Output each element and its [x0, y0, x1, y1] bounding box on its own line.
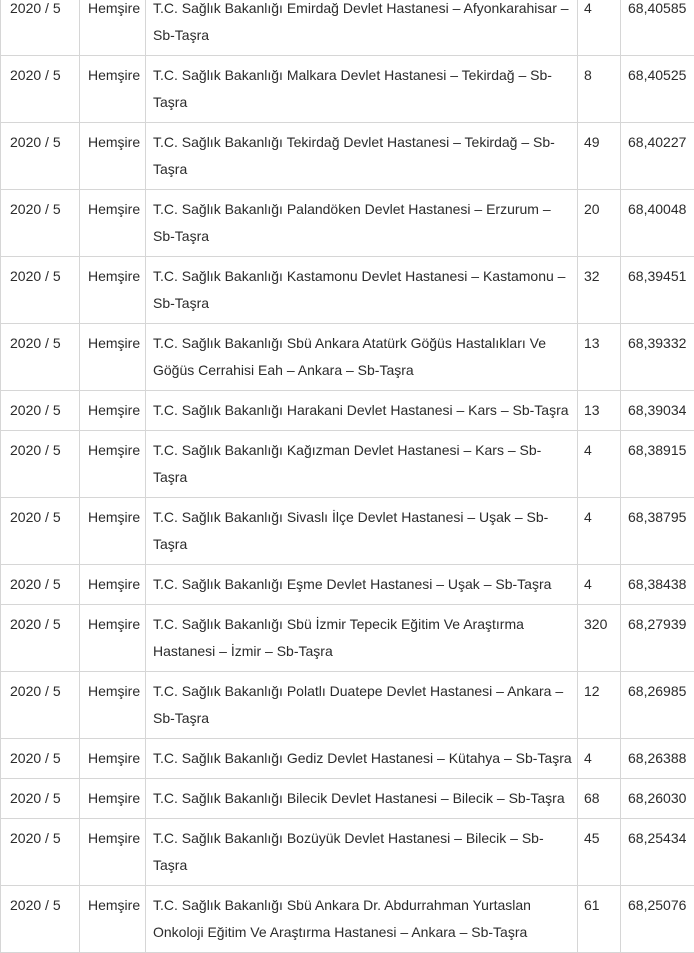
table-row: 2020 / 5 Hemşire T.C. Sağlık Bakanlığı M…: [1, 56, 694, 123]
score-cell: 68,40585: [621, 0, 694, 56]
title-cell: Hemşire: [80, 431, 146, 498]
quota-cell: 12: [578, 672, 621, 739]
institution-cell: T.C. Sağlık Bakanlığı Emirdağ Devlet Has…: [146, 0, 578, 56]
title-cell: Hemşire: [80, 672, 146, 739]
quota-cell: 45: [578, 819, 621, 886]
quota-cell: 20: [578, 190, 621, 257]
score-cell: 68,26388: [621, 739, 694, 779]
score-cell: 68,39451: [621, 257, 694, 324]
title-cell: Hemşire: [80, 819, 146, 886]
institution-cell: T.C. Sağlık Bakanlığı Bilecik Devlet Has…: [146, 779, 578, 819]
period-cell: 2020 / 5: [1, 779, 80, 819]
score-cell: 68,26030: [621, 779, 694, 819]
quota-cell: 4: [578, 739, 621, 779]
score-cell: 68,39332: [621, 324, 694, 391]
period-cell: 2020 / 5: [1, 56, 80, 123]
quota-cell: 13: [578, 324, 621, 391]
institution-cell: T.C. Sağlık Bakanlığı Sivaslı İlçe Devle…: [146, 498, 578, 565]
table-row: 2020 / 5 Hemşire T.C. Sağlık Bakanlığı P…: [1, 672, 694, 739]
institution-cell: T.C. Sağlık Bakanlığı Polatlı Duatepe De…: [146, 672, 578, 739]
institution-cell: T.C. Sağlık Bakanlığı Sbü İzmir Tepecik …: [146, 605, 578, 672]
institution-cell: T.C. Sağlık Bakanlığı Palandöken Devlet …: [146, 190, 578, 257]
score-cell: 68,27939: [621, 605, 694, 672]
institution-cell: T.C. Sağlık Bakanlığı Eşme Devlet Hastan…: [146, 565, 578, 605]
table-row: 2020 / 5 Hemşire T.C. Sağlık Bakanlığı S…: [1, 886, 694, 953]
placement-results-table: 2020 / 5 Hemşire T.C. Sağlık Bakanlığı E…: [0, 0, 694, 953]
period-cell: 2020 / 5: [1, 431, 80, 498]
quota-cell: 4: [578, 565, 621, 605]
period-cell: 2020 / 5: [1, 605, 80, 672]
score-cell: 68,26985: [621, 672, 694, 739]
quota-cell: 68: [578, 779, 621, 819]
period-cell: 2020 / 5: [1, 498, 80, 565]
table-body: 2020 / 5 Hemşire T.C. Sağlık Bakanlığı E…: [1, 0, 694, 953]
quota-cell: 32: [578, 257, 621, 324]
quota-cell: 8: [578, 56, 621, 123]
quota-cell: 4: [578, 431, 621, 498]
quota-cell: 4: [578, 498, 621, 565]
quota-cell: 4: [578, 0, 621, 56]
quota-cell: 49: [578, 123, 621, 190]
score-cell: 68,25076: [621, 886, 694, 953]
table-row: 2020 / 5 Hemşire T.C. Sağlık Bakanlığı T…: [1, 123, 694, 190]
table-row: 2020 / 5 Hemşire T.C. Sağlık Bakanlığı S…: [1, 498, 694, 565]
score-cell: 68,40048: [621, 190, 694, 257]
institution-cell: T.C. Sağlık Bakanlığı Kastamonu Devlet H…: [146, 257, 578, 324]
table-row: 2020 / 5 Hemşire T.C. Sağlık Bakanlığı H…: [1, 391, 694, 431]
table-row: 2020 / 5 Hemşire T.C. Sağlık Bakanlığı G…: [1, 739, 694, 779]
table-row: 2020 / 5 Hemşire T.C. Sağlık Bakanlığı B…: [1, 779, 694, 819]
institution-cell: T.C. Sağlık Bakanlığı Tekirdağ Devlet Ha…: [146, 123, 578, 190]
quota-cell: 320: [578, 605, 621, 672]
period-cell: 2020 / 5: [1, 565, 80, 605]
title-cell: Hemşire: [80, 498, 146, 565]
table-row: 2020 / 5 Hemşire T.C. Sağlık Bakanlığı E…: [1, 565, 694, 605]
score-cell: 68,40227: [621, 123, 694, 190]
title-cell: Hemşire: [80, 190, 146, 257]
period-cell: 2020 / 5: [1, 391, 80, 431]
period-cell: 2020 / 5: [1, 886, 80, 953]
table-row: 2020 / 5 Hemşire T.C. Sağlık Bakanlığı K…: [1, 257, 694, 324]
table-row: 2020 / 5 Hemşire T.C. Sağlık Bakanlığı S…: [1, 324, 694, 391]
title-cell: Hemşire: [80, 257, 146, 324]
table-row: 2020 / 5 Hemşire T.C. Sağlık Bakanlığı K…: [1, 431, 694, 498]
score-cell: 68,25434: [621, 819, 694, 886]
period-cell: 2020 / 5: [1, 190, 80, 257]
quota-cell: 61: [578, 886, 621, 953]
score-cell: 68,38795: [621, 498, 694, 565]
institution-cell: T.C. Sağlık Bakanlığı Harakani Devlet Ha…: [146, 391, 578, 431]
institution-cell: T.C. Sağlık Bakanlığı Kağızman Devlet Ha…: [146, 431, 578, 498]
period-cell: 2020 / 5: [1, 819, 80, 886]
title-cell: Hemşire: [80, 56, 146, 123]
score-cell: 68,38915: [621, 431, 694, 498]
title-cell: Hemşire: [80, 324, 146, 391]
table-row: 2020 / 5 Hemşire T.C. Sağlık Bakanlığı S…: [1, 605, 694, 672]
title-cell: Hemşire: [80, 605, 146, 672]
period-cell: 2020 / 5: [1, 123, 80, 190]
institution-cell: T.C. Sağlık Bakanlığı Sbü Ankara Atatürk…: [146, 324, 578, 391]
quota-cell: 13: [578, 391, 621, 431]
period-cell: 2020 / 5: [1, 324, 80, 391]
title-cell: Hemşire: [80, 0, 146, 56]
score-cell: 68,40525: [621, 56, 694, 123]
placement-results-table-container: 2020 / 5 Hemşire T.C. Sağlık Bakanlığı E…: [0, 0, 694, 953]
title-cell: Hemşire: [80, 739, 146, 779]
table-row: 2020 / 5 Hemşire T.C. Sağlık Bakanlığı P…: [1, 190, 694, 257]
institution-cell: T.C. Sağlık Bakanlığı Gediz Devlet Hasta…: [146, 739, 578, 779]
institution-cell: T.C. Sağlık Bakanlığı Sbü Ankara Dr. Abd…: [146, 886, 578, 953]
period-cell: 2020 / 5: [1, 739, 80, 779]
period-cell: 2020 / 5: [1, 0, 80, 56]
table-row: 2020 / 5 Hemşire T.C. Sağlık Bakanlığı E…: [1, 0, 694, 56]
title-cell: Hemşire: [80, 779, 146, 819]
score-cell: 68,39034: [621, 391, 694, 431]
period-cell: 2020 / 5: [1, 672, 80, 739]
institution-cell: T.C. Sağlık Bakanlığı Bozüyük Devlet Has…: [146, 819, 578, 886]
period-cell: 2020 / 5: [1, 257, 80, 324]
title-cell: Hemşire: [80, 886, 146, 953]
title-cell: Hemşire: [80, 391, 146, 431]
score-cell: 68,38438: [621, 565, 694, 605]
title-cell: Hemşire: [80, 123, 146, 190]
table-row: 2020 / 5 Hemşire T.C. Sağlık Bakanlığı B…: [1, 819, 694, 886]
title-cell: Hemşire: [80, 565, 146, 605]
institution-cell: T.C. Sağlık Bakanlığı Malkara Devlet Has…: [146, 56, 578, 123]
